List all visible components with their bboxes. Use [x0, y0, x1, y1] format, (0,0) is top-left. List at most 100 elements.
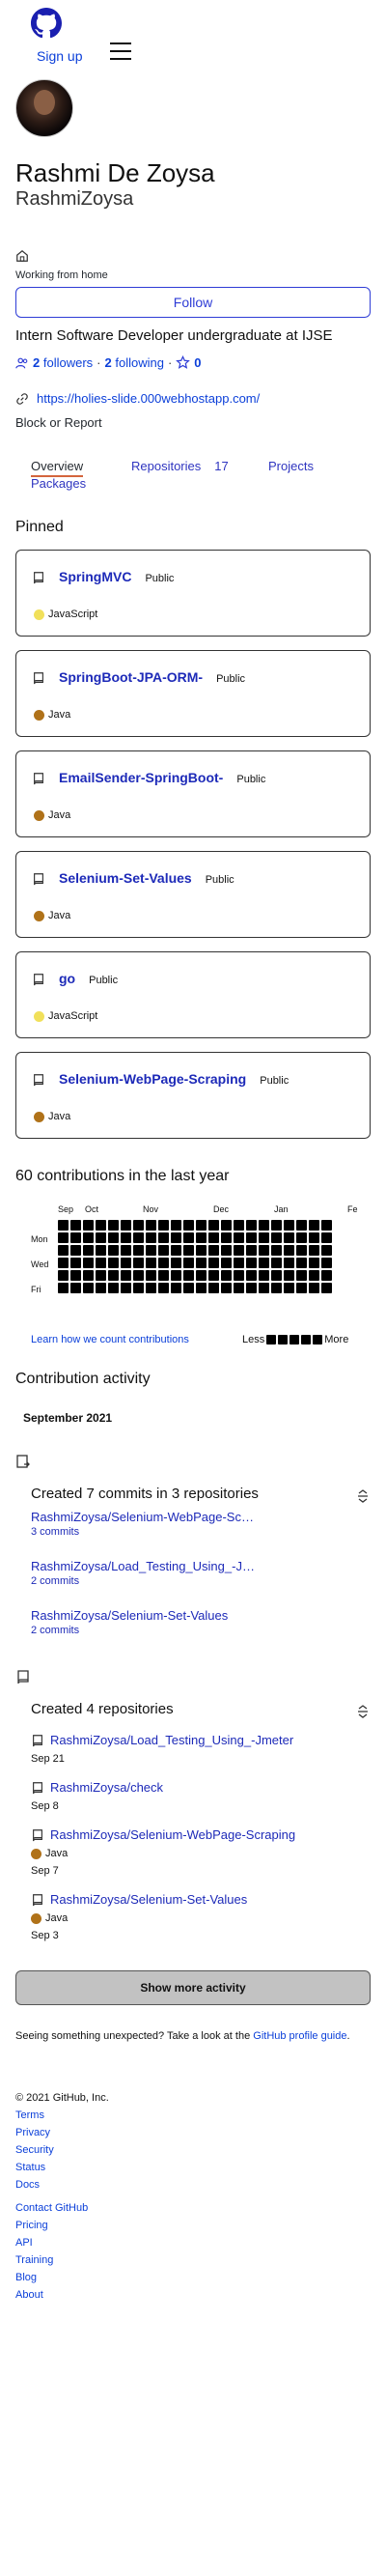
- block-or-report[interactable]: Block or Report: [15, 415, 371, 430]
- contribution-cell[interactable]: [221, 1283, 232, 1293]
- contribution-cell[interactable]: [70, 1245, 81, 1256]
- stars-count[interactable]: 0: [194, 355, 201, 370]
- contribution-cell[interactable]: [309, 1245, 319, 1256]
- contribution-cell[interactable]: [158, 1270, 169, 1281]
- contribution-cell[interactable]: [259, 1283, 269, 1293]
- contribution-cell[interactable]: [271, 1220, 282, 1231]
- contribution-cell[interactable]: [58, 1270, 69, 1281]
- profile-guide-link[interactable]: GitHub profile guide: [253, 2030, 346, 2042]
- contribution-cell[interactable]: [183, 1270, 194, 1281]
- contribution-cell[interactable]: [121, 1232, 131, 1243]
- pinned-repo-link[interactable]: Selenium-Set-Values Public: [59, 870, 234, 886]
- contribution-cell[interactable]: [296, 1245, 307, 1256]
- contribution-cell[interactable]: [234, 1258, 244, 1268]
- contribution-cell[interactable]: [221, 1220, 232, 1231]
- contribution-cell[interactable]: [246, 1232, 257, 1243]
- contribution-cell[interactable]: [296, 1220, 307, 1231]
- created-repo-link[interactable]: RashmiZoysa/check: [50, 1780, 163, 1795]
- created-repo-link[interactable]: RashmiZoysa/Selenium-WebPage-Scraping: [50, 1827, 295, 1842]
- contribution-cell[interactable]: [146, 1245, 156, 1256]
- tab-overview[interactable]: Overview: [31, 459, 84, 477]
- contribution-cell[interactable]: [183, 1258, 194, 1268]
- contribution-cell[interactable]: [259, 1270, 269, 1281]
- contribution-cell[interactable]: [133, 1270, 144, 1281]
- tab-packages[interactable]: Packages: [31, 476, 86, 491]
- website-link[interactable]: https://holies-slide.000webhostapp.com/: [37, 391, 260, 406]
- footer-link[interactable]: Contact GitHub: [15, 2199, 371, 2217]
- contribution-cell[interactable]: [284, 1245, 294, 1256]
- contribution-cell[interactable]: [259, 1220, 269, 1231]
- contribution-cell[interactable]: [234, 1245, 244, 1256]
- show-more-activity-button[interactable]: Show more activity: [15, 1970, 371, 2005]
- contribution-cell[interactable]: [171, 1270, 181, 1281]
- contribution-cell[interactable]: [133, 1258, 144, 1268]
- contribution-cell[interactable]: [158, 1283, 169, 1293]
- footer-link[interactable]: API: [15, 2234, 371, 2251]
- footer-link[interactable]: Blog: [15, 2269, 371, 2286]
- contribution-cell[interactable]: [196, 1270, 207, 1281]
- menu-icon[interactable]: [110, 42, 131, 60]
- tab-repositories[interactable]: Repositories 17: [131, 459, 229, 473]
- contribution-cell[interactable]: [108, 1232, 119, 1243]
- pinned-repo-link[interactable]: SpringMVC Public: [59, 569, 174, 584]
- fold-icon[interactable]: [357, 1487, 369, 1505]
- contribution-cell[interactable]: [234, 1232, 244, 1243]
- contribution-cell[interactable]: [296, 1258, 307, 1268]
- contribution-cell[interactable]: [196, 1258, 207, 1268]
- contribution-cell[interactable]: [133, 1245, 144, 1256]
- contribution-cell[interactable]: [296, 1232, 307, 1243]
- contribution-cell[interactable]: [70, 1270, 81, 1281]
- contribution-cell[interactable]: [70, 1220, 81, 1231]
- contribution-cell[interactable]: [146, 1232, 156, 1243]
- contribution-cell[interactable]: [183, 1220, 194, 1231]
- contribution-cell[interactable]: [271, 1232, 282, 1243]
- tab-projects[interactable]: Projects: [268, 459, 314, 473]
- contribution-cell[interactable]: [171, 1258, 181, 1268]
- pinned-repo-link[interactable]: SpringBoot-JPA-ORM- Public: [59, 669, 245, 685]
- contribution-cell[interactable]: [58, 1245, 69, 1256]
- contribution-cell[interactable]: [196, 1283, 207, 1293]
- footer-link[interactable]: Pricing: [15, 2217, 371, 2234]
- followers-link[interactable]: 2 followers: [33, 355, 93, 370]
- contribution-cell[interactable]: [259, 1258, 269, 1268]
- contribution-cell[interactable]: [208, 1270, 219, 1281]
- contribution-cell[interactable]: [296, 1270, 307, 1281]
- contribution-cell[interactable]: [158, 1245, 169, 1256]
- contribution-cell[interactable]: [196, 1245, 207, 1256]
- contribution-cell[interactable]: [271, 1270, 282, 1281]
- contribution-cell[interactable]: [234, 1270, 244, 1281]
- contribution-cell[interactable]: [246, 1258, 257, 1268]
- contribution-cell[interactable]: [246, 1270, 257, 1281]
- contribution-cell[interactable]: [321, 1270, 332, 1281]
- contribution-cell[interactable]: [309, 1220, 319, 1231]
- commit-count-link[interactable]: 2 commits: [31, 1625, 371, 1636]
- github-logo-icon[interactable]: [31, 8, 62, 39]
- contribution-cell[interactable]: [96, 1232, 106, 1243]
- contribution-cell[interactable]: [96, 1220, 106, 1231]
- commit-count-link[interactable]: 2 commits: [31, 1575, 371, 1587]
- contribution-cell[interactable]: [259, 1232, 269, 1243]
- contribution-cell[interactable]: [321, 1220, 332, 1231]
- contribution-cell[interactable]: [309, 1270, 319, 1281]
- contribution-cell[interactable]: [146, 1258, 156, 1268]
- contribution-cell[interactable]: [133, 1232, 144, 1243]
- contribution-cell[interactable]: [321, 1245, 332, 1256]
- contribution-cell[interactable]: [284, 1270, 294, 1281]
- footer-link[interactable]: Terms: [15, 2107, 371, 2124]
- contribution-cell[interactable]: [83, 1258, 94, 1268]
- contribution-cell[interactable]: [246, 1220, 257, 1231]
- contribution-cell[interactable]: [208, 1245, 219, 1256]
- contribution-cell[interactable]: [133, 1220, 144, 1231]
- contribution-cell[interactable]: [58, 1220, 69, 1231]
- contribution-cell[interactable]: [309, 1283, 319, 1293]
- contribution-cell[interactable]: [146, 1270, 156, 1281]
- contribution-cell[interactable]: [171, 1245, 181, 1256]
- contribution-cell[interactable]: [171, 1220, 181, 1231]
- contribution-cell[interactable]: [208, 1258, 219, 1268]
- contribution-cell[interactable]: [309, 1258, 319, 1268]
- contribution-cell[interactable]: [309, 1232, 319, 1243]
- contribution-cell[interactable]: [284, 1220, 294, 1231]
- contribution-cell[interactable]: [108, 1245, 119, 1256]
- contribution-cell[interactable]: [96, 1283, 106, 1293]
- contribution-cell[interactable]: [271, 1258, 282, 1268]
